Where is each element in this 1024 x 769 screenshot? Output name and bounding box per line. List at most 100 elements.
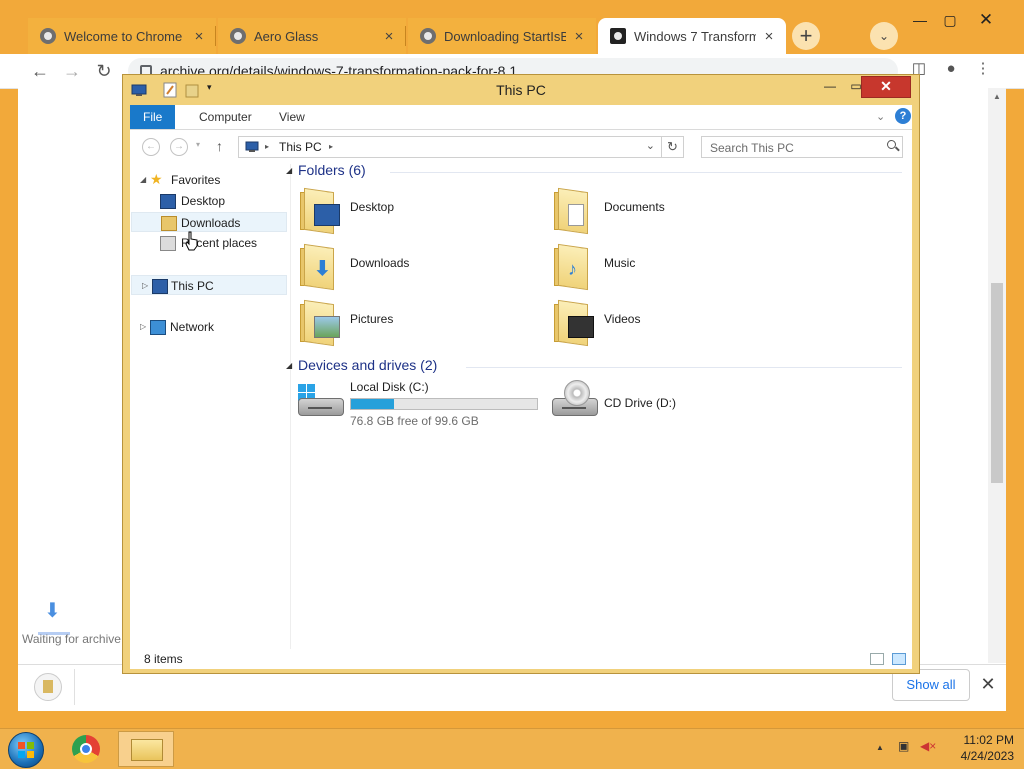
tab-separator xyxy=(215,26,216,46)
details-view-icon[interactable] xyxy=(870,653,884,665)
tab-strip: Welcome to Chrome × Aero Glass × Downloa… xyxy=(0,0,1024,56)
expanded-triangle-icon[interactable]: ◢ xyxy=(140,170,146,190)
tab-label: Downloading StartIsBack xyxy=(444,28,566,44)
breadcrumb-chevron-icon[interactable]: ▸ xyxy=(329,142,333,151)
folders-group-header[interactable]: Folders (6) xyxy=(298,162,366,178)
close-tab-icon[interactable]: × xyxy=(192,28,206,45)
nav-desktop[interactable]: Desktop xyxy=(150,191,285,211)
back-icon[interactable]: ← xyxy=(26,58,54,84)
search-box[interactable] xyxy=(701,136,903,158)
tab-computer[interactable]: Computer xyxy=(186,105,265,129)
tab-label: Windows 7 Transformation xyxy=(634,28,756,44)
search-icon[interactable] xyxy=(887,140,896,149)
nav-label: Downloads xyxy=(181,216,241,230)
menu-icon[interactable]: ⋮ xyxy=(972,58,994,80)
nav-network[interactable]: ▷ Network xyxy=(140,317,280,337)
network-tray-icon[interactable]: ▣ xyxy=(898,739,909,753)
folder-desktop[interactable]: Desktop xyxy=(298,184,538,236)
navigation-pane: ◢ ★ Favorites Desktop Downloads Recent p… xyxy=(130,164,291,649)
close-icon[interactable]: ✕ xyxy=(972,8,1000,34)
download-arrow-icon: ⬇ xyxy=(44,600,61,622)
tab-label: Welcome to Chrome xyxy=(64,28,183,44)
nav-this-pc[interactable]: ▷ This PC xyxy=(131,275,287,295)
show-hidden-icons-icon[interactable]: ▲ xyxy=(876,743,884,752)
nav-recent-places[interactable]: Recent places xyxy=(150,233,285,253)
collapsed-triangle-icon[interactable]: ▷ xyxy=(140,317,146,337)
drive-local-disk-c[interactable]: Local Disk (C:) 76.8 GB free of 99.6 GB xyxy=(298,378,538,430)
nav-favorites[interactable]: ◢ ★ Favorites xyxy=(140,170,280,190)
minimize-icon[interactable]: — xyxy=(906,8,934,34)
folder-documents[interactable]: Documents xyxy=(552,184,792,236)
explorer-titlebar[interactable]: ▾ This PC — ▭ ✕ xyxy=(123,75,919,105)
nav-label: This PC xyxy=(171,279,214,293)
folder-name: Videos xyxy=(604,312,641,326)
minimize-icon[interactable]: — xyxy=(817,77,843,97)
start-button[interactable] xyxy=(8,732,44,768)
folder-videos[interactable]: Videos xyxy=(552,296,792,348)
file-explorer-icon xyxy=(131,739,163,761)
drive-name: Local Disk (C:) xyxy=(350,380,429,394)
close-tab-icon[interactable]: × xyxy=(382,28,396,45)
drive-name: CD Drive (D:) xyxy=(604,396,676,410)
capacity-bar xyxy=(350,398,538,410)
group-collapse-icon[interactable]: ◢ xyxy=(286,166,292,175)
close-tab-icon[interactable]: × xyxy=(762,28,776,45)
profile-icon[interactable]: ● xyxy=(940,58,962,80)
tab-welcome-to-chrome[interactable]: Welcome to Chrome × xyxy=(28,18,216,54)
page-scrollbar[interactable]: ▲ xyxy=(988,88,1006,663)
forward-icon[interactable]: → xyxy=(58,58,86,84)
forward-icon[interactable]: → xyxy=(170,138,188,156)
large-icons-view-icon[interactable] xyxy=(892,653,906,665)
network-icon xyxy=(150,320,166,335)
search-input[interactable] xyxy=(708,138,882,158)
folder-icon xyxy=(300,298,340,347)
explorer-address-bar[interactable]: ▸ This PC ▸ ⌄ xyxy=(238,136,662,158)
reload-icon[interactable]: ↻ xyxy=(90,58,118,84)
tab-downloading-startisback[interactable]: Downloading StartIsBack × xyxy=(408,18,596,54)
back-icon[interactable]: ← xyxy=(142,138,160,156)
cd-drive-icon xyxy=(552,380,598,418)
explorer-body: ◢ ★ Favorites Desktop Downloads Recent p… xyxy=(130,162,912,649)
breadcrumb-chevron-icon[interactable]: ▸ xyxy=(265,142,269,151)
close-shelf-icon[interactable]: ✕ xyxy=(978,673,998,697)
new-tab-button[interactable]: + xyxy=(792,22,820,50)
disc-icon xyxy=(564,380,590,406)
expand-ribbon-icon[interactable]: ⌄ xyxy=(876,110,885,123)
folder-name: Pictures xyxy=(350,312,394,326)
content-pane: ◢ Folders (6) Desktop Documents ⬇ Downlo… xyxy=(286,162,910,649)
devices-group-header[interactable]: Devices and drives (2) xyxy=(298,357,437,373)
help-icon[interactable]: ? xyxy=(895,108,911,124)
up-arrow-icon[interactable]: ↑ xyxy=(216,138,223,154)
desktop-icon xyxy=(160,194,176,209)
taskbar-file-explorer[interactable] xyxy=(118,731,174,767)
collapsed-triangle-icon[interactable]: ▷ xyxy=(142,276,148,296)
download-status: Waiting for archive xyxy=(22,632,121,646)
scroll-thumb[interactable] xyxy=(991,283,1003,483)
folder-pictures[interactable]: Pictures xyxy=(298,296,538,348)
tab-file[interactable]: File xyxy=(130,105,176,129)
folder-icon xyxy=(554,186,592,235)
ribbon: File Computer View ⌄ ? xyxy=(130,105,912,130)
tab-search-button[interactable]: ⌄ xyxy=(870,22,898,50)
close-tab-icon[interactable]: × xyxy=(572,28,586,45)
clock[interactable]: 11:02 PM 4/24/2023 xyxy=(930,732,1014,764)
folder-music[interactable]: ♪ Music xyxy=(552,240,792,292)
refresh-icon[interactable]: ↻ xyxy=(662,136,684,158)
tab-windows-7-transformation[interactable]: Windows 7 Transformation × xyxy=(598,18,786,54)
recent-locations-icon[interactable]: ▾ xyxy=(196,140,200,149)
tab-aero-glass[interactable]: Aero Glass × xyxy=(218,18,406,54)
address-dropdown-icon[interactable]: ⌄ xyxy=(646,139,655,152)
drive-free-space: 76.8 GB free of 99.6 GB xyxy=(350,414,479,428)
maximize-icon[interactable]: ▢ xyxy=(936,8,964,34)
drive-cd-d[interactable]: CD Drive (D:) xyxy=(552,378,792,430)
folder-downloads[interactable]: ⬇ Downloads xyxy=(298,240,538,292)
nav-downloads[interactable]: Downloads xyxy=(131,212,287,232)
taskbar-chrome[interactable] xyxy=(58,731,114,767)
tab-view[interactable]: View xyxy=(266,105,318,129)
breadcrumb[interactable]: This PC xyxy=(279,140,322,154)
download-item-icon[interactable] xyxy=(34,673,62,701)
close-icon[interactable]: ✕ xyxy=(861,76,911,98)
nav-label: Network xyxy=(170,320,215,334)
group-collapse-icon[interactable]: ◢ xyxy=(286,361,292,370)
scroll-up-icon[interactable]: ▲ xyxy=(988,90,1006,104)
